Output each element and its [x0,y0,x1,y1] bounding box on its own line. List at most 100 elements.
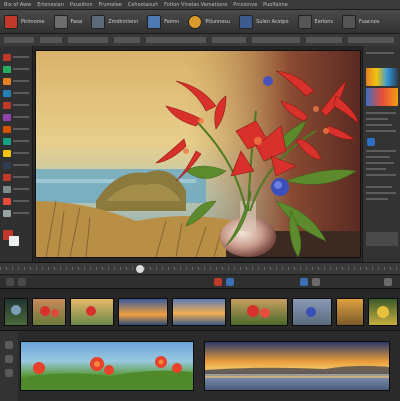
property-row [366,130,396,132]
property-row [366,192,396,194]
filmstrip [0,288,400,331]
menu-item[interactable]: Fotlon Vinelas Vamatione [164,2,227,8]
property-row [366,174,396,176]
export-icon[interactable] [342,14,357,29]
fullscreen-icon[interactable] [384,278,392,286]
effects-icon[interactable] [297,14,312,29]
zoom-tool-icon[interactable] [3,186,11,193]
option-field[interactable] [348,37,394,43]
expand-icon[interactable] [5,341,13,349]
thumb-sunset-sea[interactable] [118,298,168,326]
thumb-yellow-flower[interactable] [368,298,398,326]
marker-icon[interactable] [226,278,234,286]
tool-label [13,104,29,106]
toolbar-label[interactable]: Fuacnos [359,19,379,25]
zoom-indicator-icon[interactable] [136,265,144,273]
menu-item[interactable]: Puolfaime [263,2,288,8]
brush-icon[interactable] [53,14,68,29]
property-row [366,150,396,152]
thumb-sunset-coast[interactable] [70,298,114,326]
tool-label [13,200,29,202]
toolbar-label[interactable]: Feimn [164,19,179,25]
artwork-canvas[interactable] [35,50,361,258]
move-tool-icon[interactable] [3,66,11,73]
menu-item[interactable]: Ertonesian [37,2,64,8]
tool-label [13,140,29,142]
menu-item[interactable]: Frumelee [99,2,122,8]
hand-tool-icon[interactable] [3,198,11,205]
menu-item[interactable]: Prcsionve [233,2,257,8]
option-field[interactable] [114,37,140,43]
toolbar-label[interactable]: Pirlmome [21,19,45,25]
thumb-sunset-sky[interactable] [172,298,226,326]
clone-tool-icon[interactable] [3,138,11,145]
text-tool-icon[interactable] [3,150,11,157]
option-field[interactable] [212,37,246,43]
properties-panel [362,46,400,262]
lasso-tool-icon[interactable] [3,90,11,97]
tool-label [13,80,29,82]
crop-tool-icon[interactable] [3,78,11,85]
camera-icon[interactable] [239,14,254,29]
property-row [366,118,388,120]
tool-label [13,164,29,166]
eraser-tool-icon[interactable] [3,114,11,121]
toolbar-label[interactable]: Ptlunnesu [205,19,230,25]
option-field[interactable] [146,37,206,43]
color-picker-swatch[interactable] [366,68,398,86]
thumb-vase-blue[interactable] [292,298,332,326]
option-field[interactable] [4,37,34,43]
fill-tool-icon[interactable] [3,210,11,217]
preview-area [0,330,400,401]
shape-tool-icon[interactable] [3,162,11,169]
select-tool-icon[interactable] [3,54,11,61]
option-field[interactable] [306,37,342,43]
settings-icon[interactable] [312,278,320,286]
image-icon[interactable] [147,14,162,29]
option-field[interactable] [252,37,300,43]
property-row [366,124,392,126]
thumb-golden-field[interactable] [336,298,364,326]
layers-icon[interactable] [91,14,106,29]
floral-still-life-painting [36,51,360,257]
property-row [366,162,394,164]
collapse-icon[interactable] [5,355,13,363]
preview-flower-field[interactable] [20,341,194,391]
background-color-icon[interactable] [9,236,19,246]
layer-visibility-icon[interactable] [367,138,375,146]
gradient-tool-icon[interactable] [3,126,11,133]
toolbar-label[interactable]: Sulen Acstpo [256,19,288,25]
tool-label [13,188,29,190]
tool-panel [0,46,33,262]
main-toolbar: Pirlmome Faoa Zmdinnlenn Feimn Ptlunnesu… [0,10,400,34]
brush-tool-icon[interactable] [3,102,11,109]
palette-icon[interactable] [188,14,203,29]
tool-label [13,92,29,94]
preview-sunset-sea[interactable] [204,341,390,391]
property-row [366,168,386,170]
histogram-box [366,232,398,246]
thumb-flowers-dark[interactable] [4,298,28,326]
loop-icon[interactable] [300,278,308,286]
gradient-swatch[interactable] [366,88,398,106]
thumb-red-flowers[interactable] [32,298,66,326]
stop-icon[interactable] [18,278,26,286]
toolbar-label[interactable]: Eerlons [315,19,334,25]
toolbar-label[interactable]: Zmdinnlenn [108,19,138,25]
eyedropper-tool-icon[interactable] [3,174,11,181]
toolbar-label[interactable]: Faoa [71,19,83,25]
canvas-area [33,46,361,262]
play-icon[interactable] [6,278,14,286]
option-field[interactable] [40,37,62,43]
ruler [0,267,400,270]
tool-label [13,152,29,154]
menu-item[interactable]: Bix of Aww [4,2,31,8]
new-file-icon[interactable] [4,14,18,29]
menu-item[interactable]: Cehostasurt [128,2,158,8]
thumb-flower-bouquet[interactable] [230,298,288,326]
tool-label [13,116,29,118]
grid-icon[interactable] [5,369,13,377]
menu-item[interactable]: Pxusition [70,2,93,8]
record-icon[interactable] [214,278,222,286]
option-field[interactable] [68,37,108,43]
